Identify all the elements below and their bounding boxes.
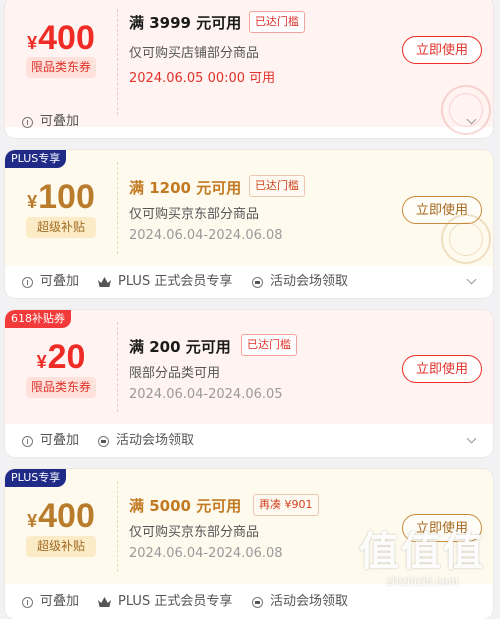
coupon-footer: 可叠加 PLUS 正式会员专享 活动会场领取 (5, 265, 493, 298)
info-icon (22, 596, 33, 608)
ticket-icon (98, 435, 109, 447)
crown-icon (98, 597, 111, 607)
crown-icon (98, 277, 111, 287)
site-watermark: 值值值 zhizhizhi.com (359, 529, 485, 588)
coupon-type-tag: 限品类东券 (26, 377, 96, 398)
use-now-button[interactable]: 立即使用 (402, 355, 482, 383)
coupon-description: 限部分品类可用 (129, 366, 221, 381)
condition-status-tag: 再凑 ¥901 (253, 494, 319, 516)
coupon-amount: ¥20 (36, 338, 86, 376)
chevron-down-icon[interactable] (466, 114, 477, 125)
coupon-footer: 可叠加 活动会场领取 (5, 424, 493, 457)
chevron-down-icon[interactable] (466, 433, 477, 444)
stackable-info: 可叠加 (22, 105, 79, 138)
coupon-amount: ¥400 (27, 497, 95, 535)
ticket-icon (252, 596, 263, 608)
condition-status-tag: 已达门槛 (249, 175, 305, 197)
coupon-type-tag: 超级补贴 (26, 536, 96, 557)
plus-exclusive-badge: PLUS专享 (5, 469, 67, 487)
use-now-button[interactable]: 立即使用 (402, 36, 482, 64)
stackable-info: 可叠加 (22, 424, 79, 457)
coupon-amount: ¥400 (27, 19, 95, 57)
618-subsidy-badge: 618补贴券 (5, 310, 71, 328)
venue-claim-info: 活动会场领取 (252, 265, 348, 298)
coupon-card: 618补贴券 ¥20 限品类东券 满 200 元可用 已达门槛 限部分品类可用 … (5, 310, 493, 457)
venue-claim-info: 活动会场领取 (98, 424, 194, 457)
coupon-description: 仅可购买京东部分商品 (129, 525, 260, 540)
coupon-validity: 2024.06.04-2024.06.05 (129, 387, 283, 402)
coupon-card: ¥400 限品类东券 满 3999 元可用 已达门槛 仅可购买店铺部分商品 20… (5, 0, 493, 138)
condition-status-tag: 已达门槛 (249, 11, 305, 33)
coupon-condition: 满 1200 元可用 (129, 179, 242, 197)
info-icon (22, 276, 33, 288)
coupon-type-tag: 限品类东券 (26, 57, 96, 78)
stackable-info: 可叠加 (22, 265, 79, 298)
plus-member-info: PLUS 正式会员专享 (98, 265, 232, 298)
coupon-type-tag: 超级补贴 (26, 217, 96, 238)
coupon-description: 仅可购买店铺部分商品 (129, 46, 260, 61)
ticket-icon (252, 276, 263, 288)
coupon-validity: 2024.06.05 00:00 可用 (129, 71, 276, 86)
coupon-condition: 满 5000 元可用 (129, 497, 242, 515)
coupon-card: PLUS专享 ¥100 超级补贴 满 1200 元可用 已达门槛 仅可购买京东部… (5, 150, 493, 298)
info-icon (22, 435, 33, 447)
chevron-down-icon[interactable] (466, 274, 477, 285)
plus-member-info: PLUS 正式会员专享 (98, 585, 232, 619)
coupon-condition: 满 200 元可用 (129, 338, 231, 356)
coupon-amount: ¥100 (27, 178, 95, 216)
venue-claim-info: 活动会场领取 (252, 585, 348, 619)
condition-status-tag: 已达门槛 (241, 334, 297, 356)
stackable-info: 可叠加 (22, 585, 79, 619)
coupon-description: 仅可购买京东部分商品 (129, 207, 260, 222)
plus-exclusive-badge: PLUS专享 (5, 150, 67, 168)
info-icon (22, 116, 33, 128)
coupon-validity: 2024.06.04-2024.06.08 (129, 546, 283, 561)
coupon-condition: 满 3999 元可用 (129, 14, 242, 32)
coupon-footer: 可叠加 (5, 105, 493, 138)
coupon-validity: 2024.06.04-2024.06.08 (129, 228, 283, 243)
